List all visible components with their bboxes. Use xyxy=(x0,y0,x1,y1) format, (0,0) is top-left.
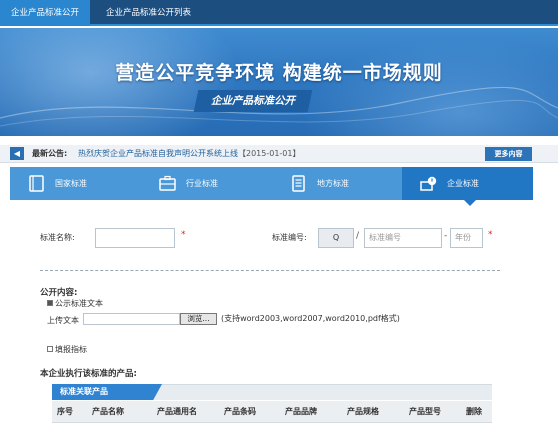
notice-message[interactable]: 热烈庆贺企业产品标准自我声明公开系统上线【2015-01-01】 xyxy=(78,145,301,163)
document-icon xyxy=(292,175,305,192)
briefcase-icon xyxy=(159,175,176,191)
number-separator: / xyxy=(356,231,360,241)
upload-file-field[interactable] xyxy=(83,313,180,325)
format-note: (支持word2003,word2007,word2010,pdf格式) xyxy=(221,314,400,323)
notice-label: 最新公告: xyxy=(32,149,68,158)
products-title: 本企业执行该标准的产品: xyxy=(40,369,137,379)
category-label: 国家标准 xyxy=(55,179,87,188)
column-header: 产品名称 xyxy=(92,407,124,416)
fill-indicator-label: 填报指标 xyxy=(55,345,87,354)
fill-indicator-checkbox[interactable] xyxy=(47,345,53,352)
tab-disclosure-list[interactable]: 企业产品标准公开列表 xyxy=(98,0,199,26)
year-input[interactable]: 年份 xyxy=(450,228,483,248)
notice-bar: ◀ 最新公告: 热烈庆贺企业产品标准自我声明公开系统上线【2015-01-01】… xyxy=(0,145,558,163)
public-text-checkbox[interactable] xyxy=(47,299,53,306)
public-text-label: 公示标准文本 xyxy=(55,299,103,308)
speaker-icon: ◀ xyxy=(10,147,24,160)
required-mark: * xyxy=(488,230,493,240)
browse-button[interactable]: 浏览... xyxy=(180,313,217,325)
public-text-option[interactable]: 公示标准文本 xyxy=(47,298,103,309)
column-header: 产品条码 xyxy=(224,407,256,416)
notice-date: 【2015-01-01】 xyxy=(238,149,301,158)
standard-name-input[interactable] xyxy=(95,228,175,248)
column-header: 序号 xyxy=(57,407,73,416)
category-tabs: 国家标准 行业标准 地方标准 企业标准 xyxy=(10,167,533,206)
tab-enterprise-standard[interactable]: 企业标准 xyxy=(402,167,533,200)
column-header: 删除 xyxy=(466,407,482,416)
category-label: 企业标准 xyxy=(447,179,479,188)
column-header: 产品品牌 xyxy=(285,407,317,416)
category-label: 地方标准 xyxy=(317,179,349,188)
standard-name-label: 标准名称: xyxy=(40,233,75,242)
banner-headline: 营造公平竞争环境 构建统一市场规则 xyxy=(115,62,443,84)
required-mark: * xyxy=(181,230,186,240)
tab-national-standard[interactable]: 国家标准 xyxy=(10,167,141,200)
tab-linked-products[interactable]: 标准关联产品 xyxy=(52,384,162,400)
disclosure-title: 公开内容: xyxy=(40,288,78,298)
standard-number-label: 标准编号: xyxy=(272,233,307,242)
tab-local-standard[interactable]: 地方标准 xyxy=(272,167,403,200)
enterprise-icon xyxy=(420,176,437,191)
standard-number-input[interactable]: 标准编号 xyxy=(364,228,442,248)
category-label: 行业标准 xyxy=(186,179,218,188)
column-header: 产品通用名 xyxy=(157,407,197,416)
notice-link[interactable]: 热烈庆贺企业产品标准自我声明公开系统上线 xyxy=(78,149,238,158)
tab-industry-standard[interactable]: 行业标准 xyxy=(141,167,272,200)
fill-indicator-option[interactable]: 填报指标 xyxy=(47,344,87,355)
tab-enterprise-standard-disclosure[interactable]: 企业产品标准公开 xyxy=(0,0,90,26)
products-table-header: 序号 产品名称 产品通用名 产品条码 产品品牌 产品规格 产品型号 删除 xyxy=(52,401,492,423)
column-header: 产品型号 xyxy=(409,407,441,416)
active-tab-pointer xyxy=(464,200,476,206)
book-icon xyxy=(29,175,44,192)
column-header: 产品规格 xyxy=(347,407,379,416)
more-button[interactable]: 更多内容 xyxy=(485,147,532,161)
number-dash: - xyxy=(444,231,448,241)
top-nav: 企业产品标准公开 企业产品标准公开列表 xyxy=(0,0,558,26)
standard-number-prefix: Q xyxy=(318,228,354,248)
hero-banner: 营造公平竞争环境 构建统一市场规则 企业产品标准公开 xyxy=(0,28,558,136)
dashed-divider xyxy=(40,270,500,271)
upload-label: 上传文本 xyxy=(47,316,79,325)
banner-subtitle: 企业产品标准公开 xyxy=(211,95,295,107)
